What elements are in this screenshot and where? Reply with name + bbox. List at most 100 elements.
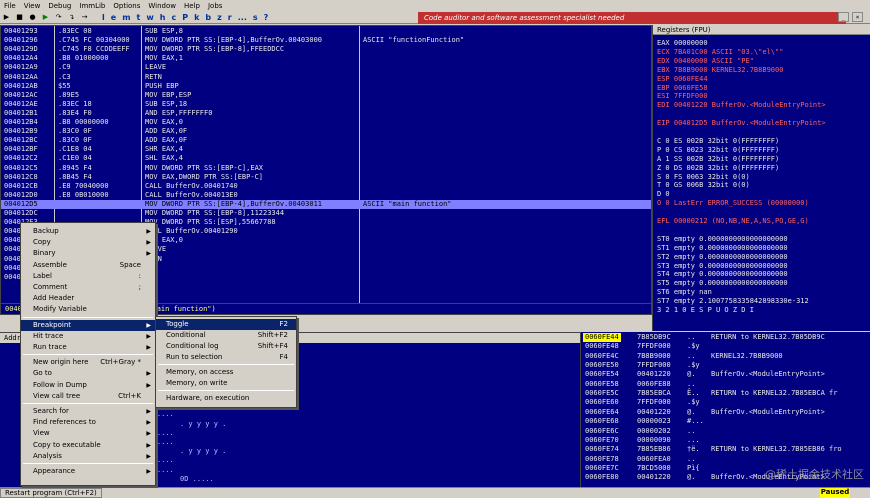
register-line[interactable]: EDX 00400000 ASCII "PE": [657, 57, 754, 66]
dump-line[interactable]: . y y y y .: [180, 447, 226, 457]
toolbar-button-icon[interactable]: ●: [27, 12, 38, 23]
disasm-row[interactable]: 004012AE .83EC 18 SUB ESP,18: [1, 100, 651, 109]
breakpoint-menu-item[interactable]: Conditional Shift+F2: [156, 330, 296, 341]
register-line[interactable]: ECX 7BA01C00 ASCII "03.\"el\"": [657, 48, 783, 57]
toolbar-letter-button[interactable]: k: [191, 13, 202, 22]
banner[interactable]: Code auditor and software assessment spe…: [418, 12, 846, 24]
context-menu-item[interactable]: Copy ▶: [21, 237, 155, 248]
toolbar-letter-button[interactable]: z: [214, 13, 225, 22]
registers-pane[interactable]: Registers (FPU) EAX 00000000 ECX 7BA01C00…: [652, 25, 870, 331]
breakpoint-menu-item[interactable]: Conditional log Shift+F4: [156, 341, 296, 352]
breakpoint-menu-item[interactable]: Memory, on write: [156, 378, 296, 389]
menu-jobs[interactable]: Jobs: [204, 2, 226, 10]
breakpoint-menu-item[interactable]: Run to selection F4: [156, 352, 296, 363]
register-line[interactable]: ST5 empty 0.0000000000000000000: [657, 279, 788, 288]
toolbar-button-icon[interactable]: →: [79, 12, 90, 23]
register-line[interactable]: ST7 empty 2.1007758335842898330e-312: [657, 297, 809, 306]
register-line[interactable]: ST3 empty 0.0000000000000000000: [657, 262, 788, 271]
context-menu-item[interactable]: View call tree Ctrl+K: [21, 391, 155, 402]
register-line[interactable]: S 0 FS 0063 32bit 0(0): [657, 173, 750, 182]
disasm-row[interactable]: 004012B9 .83C0 0F ADD EAX,0F: [1, 127, 651, 136]
register-line[interactable]: ESP 0060FE44: [657, 75, 708, 84]
menu-help[interactable]: Help: [180, 2, 204, 10]
toolbar-letter-button[interactable]: m: [119, 13, 133, 22]
context-menu-item[interactable]: Add Header: [21, 293, 155, 304]
menu-options[interactable]: Options: [109, 2, 144, 10]
menu-window[interactable]: Window: [144, 2, 180, 10]
context-menu-item[interactable]: Backup ▶: [21, 226, 155, 237]
breakpoint-menu-item[interactable]: Memory, on access: [156, 367, 296, 378]
register-line[interactable]: 3 2 1 0 E S P U O Z D I: [657, 306, 754, 315]
disasm-row[interactable]: 004012BC .83C0 0F ADD EAX,0F: [1, 136, 651, 145]
disasm-row[interactable]: 004012C5 .8945 F4 MOV DWORD PTR SS:[EBP-C]…: [1, 164, 651, 173]
dump-line[interactable]: 0D .....: [180, 475, 214, 485]
toolbar-button-icon[interactable]: ■: [14, 12, 25, 23]
stack-row[interactable]: 0060FE48 7FFDF000 .$y: [581, 342, 870, 351]
toolbar-letter-button[interactable]: P: [179, 13, 191, 22]
context-menu-item[interactable]: View ▶: [21, 428, 155, 439]
register-line[interactable]: T 0 GS 006B 32bit 0(0): [657, 181, 750, 190]
disasm-row[interactable]: 0040129D .C745 F8 CCDDEEFF MOV DWORD PTR S…: [1, 45, 651, 54]
context-menu-item[interactable]: Appearance ▶: [21, 466, 155, 477]
register-line[interactable]: EBP 0060FE58: [657, 84, 708, 93]
toolbar-button-icon[interactable]: ↷: [53, 12, 64, 23]
register-line[interactable]: ST0 empty 0.0000000000000000000: [657, 235, 788, 244]
context-menu-item[interactable]: Breakpoint ▶: [21, 319, 155, 331]
stack-row[interactable]: 0060FE6C 00000202..: [581, 427, 870, 436]
register-line[interactable]: ST4 empty 0.0000000000000000000: [657, 270, 788, 279]
stack-row[interactable]: 0060FE68 00000023 #...: [581, 417, 870, 426]
toolbar-letter-button[interactable]: l: [99, 13, 108, 22]
register-line[interactable]: P 0 CS 0023 32bit 0(FFFFFFFF): [657, 146, 779, 155]
context-menu-item[interactable]: Binary ▶: [21, 248, 155, 259]
toolbar-letter-button[interactable]: s: [250, 13, 261, 22]
register-line[interactable]: ST2 empty 0.0000000000000000000: [657, 253, 788, 262]
disasm-row[interactable]: 004012C2 .C1E0 04 SHL EAX,4: [1, 154, 651, 163]
toolbar-button-icon[interactable]: ▶: [40, 12, 51, 23]
register-line[interactable]: EDI 00401220 BufferOv.<ModuleEntryPoint>: [657, 101, 826, 110]
stack-row[interactable]: 0060FE50 7FFDF000 .$y: [581, 361, 870, 370]
register-line[interactable]: D 0: [657, 190, 670, 199]
menu-view[interactable]: View: [20, 2, 45, 10]
minimize-icon[interactable]: _: [838, 12, 849, 22]
disasm-row[interactable]: 004012D0 .E8 0B010000 CALL BufferOv.004013…: [1, 191, 651, 200]
register-line[interactable]: C 0 ES 002B 32bit 0(FFFFFFFF): [657, 137, 779, 146]
stack-row[interactable]: 0060FE60 7FFDF000 .$y: [581, 398, 870, 407]
context-menu-item[interactable]: Follow in Dump ▶: [21, 380, 155, 391]
toolbar-button-icon[interactable]: ▶: [1, 12, 12, 23]
disasm-row[interactable]: 004012C8 .8B45 F4 MOV EAX,DWORD PTR SS:[EB…: [1, 173, 651, 182]
register-line[interactable]: ST6 empty nan: [657, 288, 712, 297]
context-menu-item[interactable]: Comment;: [21, 282, 155, 293]
context-menu-item[interactable]: Find references to ▶: [21, 417, 155, 428]
toolbar-letter-button[interactable]: b: [202, 13, 214, 22]
register-line[interactable]: O 0 LastErr ERROR_SUCCESS (00000000): [657, 199, 809, 208]
disasm-row[interactable]: 004012CB .E8 70040000 CALL BufferOv.004017…: [1, 182, 651, 191]
toolbar-letter-button[interactable]: h: [157, 13, 169, 22]
context-menu-item[interactable]: Modify Variable: [21, 304, 155, 315]
context-menu-item[interactable]: Copy to executable ▶: [21, 440, 155, 451]
stack-row[interactable]: 0060FE58 0060FE88..: [581, 380, 870, 389]
register-line[interactable]: EAX 00000000: [657, 39, 708, 48]
stack-row[interactable]: 0060FE64 00401220 @. BufferOv.<ModuleEntryP…: [581, 408, 870, 417]
disasm-row[interactable]: 004012AB $55 PUSH EBP: [1, 82, 651, 91]
context-menu-item[interactable]: New origin here Ctrl+Gray *: [21, 357, 155, 368]
close-icon[interactable]: ×: [852, 12, 863, 22]
disasm-row[interactable]: 004012BF .C1E8 04 SHR EAX,4: [1, 145, 651, 154]
toolbar-letter-button[interactable]: c: [168, 13, 179, 22]
stack-row[interactable]: 0060FE78 0060FEA0..: [581, 455, 870, 464]
breakpoint-menu-item[interactable]: Toggle F2: [156, 319, 296, 330]
toolbar-letter-button[interactable]: ...: [235, 13, 250, 22]
context-menu-item[interactable]: Analysis ▶: [21, 451, 155, 462]
menu-debug[interactable]: Debug: [44, 2, 75, 10]
toolbar-letter-button[interactable]: ?: [261, 13, 272, 22]
stack-row[interactable]: 0060FE74 7B85EB86 †ë. RETURN to KERNEL32.7B…: [581, 445, 870, 454]
disasm-row[interactable]: 004012A4 .B8 01000000 MOV EAX,1: [1, 54, 651, 63]
disasm-row[interactable]: 00401293 .83EC 08 SUB ESP,8: [1, 27, 651, 36]
stack-row[interactable]: 0060FE54 00401220 @. BufferOv.<ModuleEntryP…: [581, 370, 870, 379]
stack-row[interactable]: 0060FE4C 7B8B9000.. KERNEL32.7B8B9000: [581, 352, 870, 361]
toolbar-button-icon[interactable]: ↴: [66, 12, 77, 23]
toolbar-letter-button[interactable]: w: [143, 13, 156, 22]
menu-file[interactable]: File: [0, 2, 20, 10]
register-line[interactable]: Z 0 DS 002B 32bit 0(FFFFFFFF): [657, 164, 779, 173]
context-menu-item[interactable]: Hit trace ▶: [21, 331, 155, 342]
stack-pane[interactable]: 0060FE44 7B85DB9C.. RETURN to KERNEL32.7B8…: [580, 332, 870, 487]
